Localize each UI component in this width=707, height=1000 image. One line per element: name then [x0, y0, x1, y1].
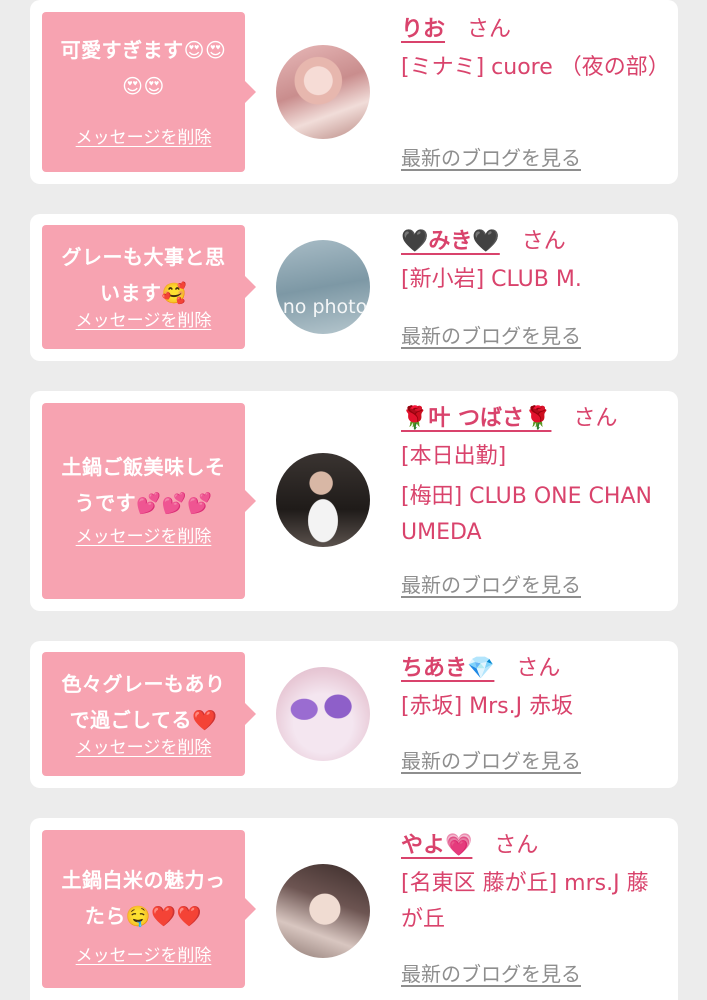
name-suffix: さん [573, 406, 618, 431]
latest-blog-link[interactable]: 最新のブログを見る [401, 745, 581, 774]
message-bubble: 土鍋白米の魅力ったら🤤❤️❤️ メッセージを削除 [42, 830, 256, 988]
name-row: 🌹叶 つばさ🌹 さん [401, 403, 661, 435]
profile-info: りお さん [ミナミ] cuore （夜の部） [401, 14, 670, 86]
avatar[interactable] [276, 864, 370, 958]
delete-message-link[interactable]: メッセージを削除 [42, 306, 245, 331]
avatar[interactable] [276, 453, 370, 547]
message-bubble: 可愛すぎます😍😍😍😍 メッセージを削除 [42, 12, 256, 172]
shop-text: [ミナミ] cuore （夜の部） [401, 55, 670, 80]
delete-message-link[interactable]: メッセージを削除 [42, 941, 245, 966]
profile-name-link[interactable]: 🖤みき🖤 [401, 229, 500, 254]
message-text: 土鍋ご飯美味しそうです💕💕💕 [61, 455, 226, 515]
avatar[interactable] [276, 667, 370, 761]
message-card: 土鍋白米の魅力ったら🤤❤️❤️ メッセージを削除 やよ💗 さん [名東区 藤が丘]… [30, 818, 678, 1000]
name-row: やよ💗 さん [401, 830, 661, 862]
no-photo-label: no photo [282, 296, 368, 318]
name-row: ちあき💎 さん [401, 653, 661, 685]
shop-text: [梅田] CLUB ONE CHAN UMEDA [401, 484, 652, 545]
latest-blog-link[interactable]: 最新のブログを見る [401, 320, 581, 349]
shop-text: [名東区 藤が丘] mrs.J 藤が丘 [401, 871, 649, 932]
shop-text: [赤坂] Mrs.J 赤坂 [401, 694, 574, 719]
profile-info: 🌹叶 つばさ🌹 さん [本日出勤] [梅田] CLUB ONE CHAN UMED… [401, 403, 661, 551]
message-text: 土鍋白米の魅力ったら🤤❤️❤️ [61, 868, 226, 928]
message-bubble: 色々グレーもありで過ごしてる❤️ メッセージを削除 [42, 652, 256, 776]
name-row: 🖤みき🖤 さん [401, 226, 661, 258]
delete-message-link[interactable]: メッセージを削除 [42, 522, 245, 547]
message-card: 可愛すぎます😍😍😍😍 メッセージを削除 りお さん [ミナミ] cuore （夜の… [30, 0, 678, 184]
name-suffix: さん [521, 229, 566, 254]
avatar[interactable] [276, 45, 370, 139]
name-suffix: さん [467, 17, 512, 42]
profile-info: ちあき💎 さん [赤坂] Mrs.J 赤坂 [401, 653, 661, 725]
message-card: 土鍋ご飯美味しそうです💕💕💕 メッセージを削除 🌹叶 つばさ🌹 さん [本日出勤]… [30, 391, 678, 611]
status-text: [本日出勤] [401, 444, 507, 469]
latest-blog-link[interactable]: 最新のブログを見る [401, 569, 581, 598]
name-row: りお さん [401, 14, 661, 46]
message-card: 色々グレーもありで過ごしてる❤️ メッセージを削除 ちあき💎 さん [赤坂] Mr… [30, 641, 678, 788]
delete-message-link[interactable]: メッセージを削除 [42, 123, 245, 148]
name-suffix: さん [516, 656, 561, 681]
profile-name-link[interactable]: 🌹叶 つばさ🌹 [401, 406, 551, 431]
name-suffix: さん [494, 833, 539, 858]
message-bubble: グレーも大事と思います🥰 メッセージを削除 [42, 225, 256, 349]
profile-name-link[interactable]: りお [401, 17, 445, 42]
message-text: 色々グレーもありで過ごしてる❤️ [61, 672, 226, 732]
shop-text: [新小岩] CLUB M. [401, 267, 582, 292]
message-text: 可愛すぎます😍😍😍😍 [60, 38, 227, 98]
latest-blog-link[interactable]: 最新のブログを見る [401, 958, 581, 987]
message-text: グレーも大事と思います🥰 [61, 245, 226, 305]
message-bubble: 土鍋ご飯美味しそうです💕💕💕 メッセージを削除 [42, 403, 256, 599]
profile-name-link[interactable]: やよ💗 [401, 833, 472, 858]
profile-name-link[interactable]: ちあき💎 [401, 656, 494, 681]
delete-message-link[interactable]: メッセージを削除 [42, 733, 245, 758]
message-card: グレーも大事と思います🥰 メッセージを削除 no photo 🖤みき🖤 さん [新… [30, 214, 678, 361]
avatar[interactable]: no photo [276, 240, 370, 334]
profile-info: 🖤みき🖤 さん [新小岩] CLUB M. [401, 226, 661, 298]
profile-info: やよ💗 さん [名東区 藤が丘] mrs.J 藤が丘 [401, 830, 661, 938]
latest-blog-link[interactable]: 最新のブログを見る [401, 142, 581, 171]
